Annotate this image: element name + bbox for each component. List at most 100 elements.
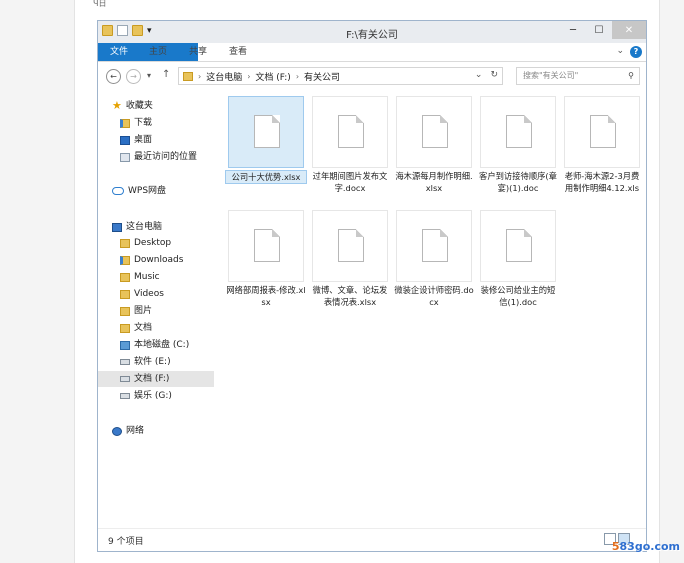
- sidebar-item-drive-g[interactable]: 娱乐 (G:): [120, 388, 172, 404]
- tab-view[interactable]: 查看: [220, 43, 256, 61]
- folder-icon: [183, 71, 193, 81]
- file-name: 海木源每月制作明细.xlsx: [395, 171, 473, 193]
- tab-share[interactable]: 共享: [180, 43, 216, 61]
- sidebar-item-label: 这台电脑: [126, 222, 163, 232]
- file-thumbnail: [312, 96, 388, 168]
- refresh-icon[interactable]: ↻: [490, 70, 498, 80]
- sidebar-item-downloads[interactable]: 下载: [120, 115, 152, 131]
- folder-icon: [120, 289, 130, 299]
- status-bar: 9 个项目: [98, 528, 646, 551]
- breadcrumb-this-pc[interactable]: 这台电脑: [206, 70, 242, 83]
- sidebar-item-label: 文档 (F:): [134, 374, 170, 384]
- file-name: 微装企设计师密码.docx: [394, 285, 474, 307]
- sidebar-item-label: WPS网盘: [128, 186, 167, 196]
- file-list: 公司十大优势.xlsx 过年期间图片发布文字.docx 海木源每月制作明细.xl…: [216, 95, 646, 529]
- address-actions: ⌄ ↻: [475, 70, 498, 80]
- sidebar-item-downloads-folder[interactable]: Downloads: [120, 252, 183, 268]
- chevron-right-icon: ›: [247, 71, 251, 81]
- navigation-bar: ← → ▾ ↑ › 这台电脑 › 文档 (F:) › 有关公司 ⌄ ↻ 搜索"有…: [98, 62, 646, 92]
- expand-ribbon-icon[interactable]: ⌄: [616, 46, 624, 56]
- help-icon[interactable]: ?: [630, 46, 642, 58]
- breadcrumb-drive-f[interactable]: 文档 (F:): [255, 70, 290, 83]
- back-button[interactable]: ←: [106, 69, 121, 84]
- sidebar-item-wps-cloud[interactable]: WPS网盘: [112, 183, 166, 199]
- computer-icon: [112, 222, 122, 232]
- cloud-icon: [112, 187, 124, 195]
- sidebar-item-label: 娱乐 (G:): [134, 391, 172, 401]
- item-count: 9 个项目: [108, 537, 144, 547]
- document-icon: [506, 229, 532, 262]
- network-icon: [112, 426, 122, 436]
- breadcrumb-current-folder[interactable]: 有关公司: [304, 70, 340, 83]
- file-name: 老师-海木源2-3月费用制作明细4.12.xls: [564, 171, 640, 193]
- sidebar-item-drive-e[interactable]: 软件 (E:): [120, 354, 171, 370]
- ribbon: 文件 主页 共享 查看 ⌄ ?: [98, 43, 646, 62]
- recent-locations-icon[interactable]: ▾: [147, 71, 151, 80]
- sidebar-item-pictures[interactable]: 图片: [120, 303, 152, 319]
- document-icon: [422, 229, 448, 262]
- sidebar-item-label: 网络: [126, 426, 145, 436]
- watermark-prefix: 5: [611, 540, 620, 553]
- system-drive-icon: [120, 340, 130, 350]
- download-folder-icon: [120, 118, 130, 128]
- file-thumbnail: [228, 210, 304, 282]
- document-icon: [422, 115, 448, 148]
- drive-icon: [120, 376, 130, 382]
- sidebar-item-music[interactable]: Music: [120, 269, 160, 285]
- folder-icon: [120, 238, 130, 248]
- sidebar-item-drive-f[interactable]: 文档 (F:): [98, 371, 214, 387]
- folder-icon: [120, 272, 130, 282]
- tab-home[interactable]: 主页: [140, 43, 176, 61]
- page-crumb: Ч日: [93, 0, 107, 8]
- document-icon: [338, 229, 364, 262]
- navigation-pane: ★ 收藏夹 下载 桌面 最近访问的位置 WPS网盘 这台电脑 Desktop D…: [98, 95, 216, 529]
- sidebar-item-desktop[interactable]: 桌面: [120, 132, 152, 148]
- sidebar-item-label: 本地磁盘 (C:): [134, 340, 190, 350]
- file-name: 装修公司给业主的短信(1).doc: [480, 285, 556, 307]
- maximize-button[interactable]: ☐: [586, 21, 612, 39]
- sidebar-item-label: Music: [134, 272, 160, 282]
- search-placeholder: 搜索"有关公司": [523, 71, 579, 80]
- sidebar-item-label: 文档: [134, 323, 153, 333]
- watermark-text: 83go.com: [619, 540, 680, 553]
- desktop-icon: [120, 135, 130, 145]
- sidebar-item-label: 下载: [134, 118, 153, 128]
- window-controls: ─ ☐ ✕: [560, 21, 646, 39]
- sidebar-item-this-pc[interactable]: 这台电脑: [112, 219, 162, 235]
- file-thumbnail: [312, 210, 388, 282]
- address-bar[interactable]: › 这台电脑 › 文档 (F:) › 有关公司 ⌄ ↻: [178, 67, 503, 85]
- folder-icon: [120, 323, 130, 333]
- folder-icon: [120, 306, 130, 316]
- address-dropdown-icon[interactable]: ⌄: [475, 70, 483, 80]
- sidebar-item-recent-places[interactable]: 最近访问的位置: [120, 149, 197, 165]
- file-thumbnail: [480, 96, 556, 168]
- document-icon: [590, 115, 616, 148]
- file-thumbnail: [480, 210, 556, 282]
- chevron-right-icon: ›: [295, 71, 300, 81]
- explorer-window: ▾ F:\有关公司 ─ ☐ ✕ 文件 主页 共享 查看 ⌄ ? ← → ▾ ↑ …: [97, 20, 647, 552]
- sidebar-item-label: 软件 (E:): [134, 357, 171, 367]
- drive-icon: [120, 359, 130, 365]
- drive-icon: [120, 393, 130, 399]
- sidebar-item-label: Downloads: [134, 255, 184, 265]
- search-input[interactable]: 搜索"有关公司" ⚲: [516, 67, 640, 85]
- search-icon[interactable]: ⚲: [628, 68, 634, 84]
- forward-button[interactable]: →: [126, 69, 141, 84]
- sidebar-item-favorites[interactable]: ★ 收藏夹: [112, 98, 153, 114]
- document-icon: [254, 229, 280, 262]
- file-name: 网络部周报表-修改.xlsx: [226, 285, 306, 307]
- up-button[interactable]: ↑: [162, 69, 170, 80]
- sidebar-item-label: 桌面: [134, 135, 153, 145]
- site-watermark: 583go.com: [612, 540, 680, 553]
- close-button[interactable]: ✕: [612, 21, 646, 39]
- sidebar-item-documents[interactable]: 文档: [120, 320, 152, 336]
- sidebar-item-videos[interactable]: Videos: [120, 286, 164, 302]
- sidebar-item-label: 收藏夹: [125, 101, 153, 111]
- sidebar-item-desktop-folder[interactable]: Desktop: [120, 235, 171, 251]
- recent-places-icon: [120, 152, 130, 162]
- sidebar-item-network[interactable]: 网络: [112, 423, 144, 439]
- file-thumbnail: [396, 210, 472, 282]
- sidebar-item-drive-c[interactable]: 本地磁盘 (C:): [120, 337, 189, 353]
- minimize-button[interactable]: ─: [560, 21, 586, 39]
- sidebar-item-label: Videos: [134, 289, 164, 299]
